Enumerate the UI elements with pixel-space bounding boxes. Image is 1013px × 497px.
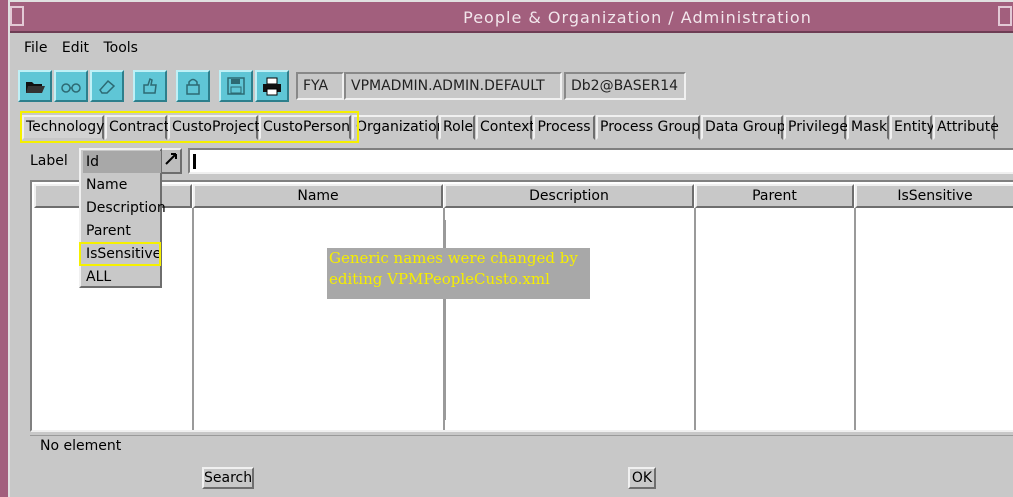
print-button[interactable] [255,70,289,102]
eraser-icon [99,79,116,94]
tab-custoproject[interactable]: CustoProject [168,115,260,140]
tab-privilege[interactable]: Privilege [784,115,848,140]
criteria-dropdown-button[interactable] [160,148,182,174]
column-header-issensitive[interactable]: IsSensitive [855,184,1013,208]
window-title: People & Organization / Administration [463,8,812,27]
tab-mask[interactable]: Mask [847,115,889,140]
application-window: People & Organization / Administration F… [8,0,1013,497]
tab-technology[interactable]: Technology [22,115,104,140]
tab-role[interactable]: Role [439,115,475,140]
tab-process-group[interactable]: Process Group [596,115,700,140]
open-button[interactable] [18,70,52,102]
dropdown-option-description[interactable]: Description [83,197,166,219]
tab-data-group[interactable]: Data Group [701,115,786,140]
arrow-cursor-icon [165,153,177,165]
ok-button[interactable]: OK [628,467,656,489]
column-header-name[interactable]: Name [193,184,443,208]
criteria-dropdown-list: Id Name Description Parent IsSensitive A… [79,148,166,288]
tab-custoperson[interactable]: CustoPerson [259,115,351,140]
open-folder-icon [26,82,45,93]
text-caret [193,154,196,169]
dropdown-option-issensitive[interactable]: IsSensitive [83,243,161,265]
search-row: Label [30,148,1013,176]
column-header-parent[interactable]: Parent [695,184,854,208]
site-field: FYA [296,72,344,100]
glasses-icon [61,83,81,93]
column-header-description[interactable]: Description [444,184,694,208]
lock-icon [186,78,200,95]
window-control-icon[interactable] [998,6,1012,26]
approve-button[interactable] [133,70,167,102]
save-disk-icon [227,77,245,95]
menu-file[interactable]: File [24,40,47,56]
menu-edit[interactable]: Edit [62,40,89,56]
column-divider [854,208,856,430]
annotation-note: Generic names were changed by editing VP… [327,248,590,299]
window-menu-icon[interactable] [10,6,24,26]
lock-button[interactable] [176,70,210,102]
printer-icon [263,77,281,96]
view-button[interactable] [54,70,88,102]
dropdown-option-parent[interactable]: Parent [83,220,161,242]
search-label: Label [30,153,68,169]
save-button[interactable] [219,70,253,102]
erase-button[interactable] [90,70,124,102]
thumbs-up-icon [143,77,157,94]
tab-context[interactable]: Context [476,115,535,140]
search-input[interactable] [188,148,1013,174]
dropdown-option-id[interactable]: Id [83,151,161,173]
context-field: VPMADMIN.ADMIN.DEFAULT [344,72,562,100]
column-divider [694,208,696,430]
tab-attribute[interactable]: Attribute [933,115,999,140]
menu-bar: File Edit Tools [24,40,148,62]
database-field: Db2@BASER14 [564,72,686,100]
column-divider [192,208,194,430]
results-table: Name Description Parent IsSensitive Gene… [30,180,1013,432]
status-bar: No element [30,435,1013,457]
dropdown-option-name[interactable]: Name [83,174,161,196]
dropdown-option-all[interactable]: ALL [83,266,161,288]
menu-tools[interactable]: Tools [103,40,138,56]
annotation-line-1: Generic names were changed by [329,249,578,267]
tab-process[interactable]: Process [533,115,595,140]
search-button[interactable]: Search [202,467,254,489]
tab-contract[interactable]: Contract [105,115,169,140]
tab-entity[interactable]: Entity [890,115,935,140]
title-bar[interactable]: People & Organization / Administration [10,2,1013,33]
tab-organization[interactable]: Organization [352,115,446,140]
annotation-line-2: editing VPMPeopleCusto.xml [329,270,550,288]
